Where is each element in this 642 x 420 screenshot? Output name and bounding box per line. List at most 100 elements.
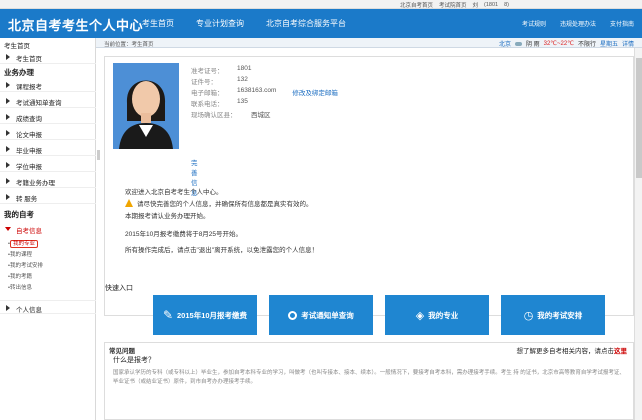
faq-more-text: 想了解更多自考相关内容，请点击 — [516, 348, 615, 355]
sidebar-item-records[interactable]: 考籍业务办理 — [0, 174, 96, 188]
app-title: 北京自考考生个人中心 — [8, 18, 144, 33]
field-value: 1801 — [237, 65, 252, 72]
weather-cond: 阴 雨 — [525, 42, 540, 48]
profile-fields: 准考证号： 1801 证件号： 132 电子邮箱： 1638163.com 修改… — [191, 65, 338, 120]
scrollbar-thumb[interactable] — [636, 58, 642, 178]
chevron-right-icon — [6, 305, 10, 311]
top-user: 刘 — [472, 2, 479, 9]
clock-icon: ◷ — [523, 309, 534, 322]
chevron-right-icon — [6, 114, 10, 120]
sidebar-item-transfer[interactable]: 转 服务 — [0, 190, 96, 204]
search-icon — [288, 310, 298, 320]
sidebar-sub-label: 我的课程 — [9, 252, 32, 258]
field-phone: 联系电话： 135 — [191, 98, 338, 109]
sidebar-item-home[interactable]: 考生首页 — [0, 50, 96, 64]
top-nav: 考生首页 专业计划查询 北京自考综合服务平台 — [140, 18, 348, 29]
sidebar-item-degree[interactable]: 学位申报 — [0, 158, 96, 172]
tile-my-major[interactable]: ◈ 我的专业 — [385, 295, 489, 335]
faq-panel: 常见问题 想了解更多自考相关内容，请点击这里 什么是报考？ 国家承认学历的专科（… — [104, 342, 634, 420]
layers-icon: ◈ — [415, 309, 425, 322]
weather-detail[interactable]: 详情 — [622, 39, 634, 48]
msg-text: 请尽快完善您的个人信息，并确保所有信息都是真实有效的。 — [137, 201, 313, 208]
top-utility-strip: 北京自考首页 考试院首页 刘 (1801 8) — [0, 0, 642, 9]
sidebar-item-label: 成绩查询 — [16, 116, 42, 123]
nav-plan[interactable]: 专业计划查询 — [194, 18, 246, 29]
weather-cloud-icon — [514, 41, 522, 46]
top-link-ksy[interactable]: 考试院首页 — [439, 1, 467, 9]
msg-line: 欢迎进入北京自考考生个人中心。 — [125, 189, 223, 196]
chevron-right-icon — [6, 130, 10, 136]
profile-panel: 准考证号： 1801 证件号： 132 电子邮箱： 1638163.com 修改… — [104, 56, 634, 335]
sidebar-home-title[interactable]: 考生首页 — [4, 40, 30, 50]
top-link-bjzk[interactable]: 北京自考首页 — [400, 1, 433, 9]
faq-question[interactable]: 什么是报考？ — [113, 355, 155, 365]
weather-day: 星期五 — [599, 42, 618, 48]
faq-more: 想了解更多自考相关内容，请点击这里 — [517, 345, 628, 355]
chevron-right-icon — [6, 194, 10, 200]
page-scrollbar[interactable] — [634, 48, 642, 420]
welcome-messages: 欢迎进入北京自考考生个人中心。 请尽快完善您的个人信息，并确保所有信息都是真实有… — [125, 185, 318, 255]
chevron-right-icon — [6, 178, 10, 184]
field-label: 联系电话： — [191, 101, 224, 108]
student-photo — [113, 63, 179, 149]
weather-temp: 32℃~22℃ — [543, 41, 574, 47]
faq-more-link[interactable]: 这里 — [614, 348, 627, 355]
chevron-right-icon — [6, 98, 10, 104]
sidebar-item-label: 学位申报 — [16, 164, 42, 171]
sidebar-item-thesis[interactable]: 论文申报 — [0, 126, 96, 140]
sidebar-item-label: 毕业申报 — [16, 148, 42, 155]
field-label: 准考证号： — [191, 68, 224, 75]
field-label: 证件号： — [191, 79, 217, 86]
top-user-id-a: (1801 — [484, 1, 499, 8]
msg-line: 所有操作完成后，请点击"退出"离开系统，以免泄露您的个人信息！ — [125, 247, 319, 254]
sidebar-item-graduate[interactable]: 毕业申报 — [0, 142, 96, 156]
tile-label: 考试通知单查询 — [301, 310, 354, 320]
tile-exam-schedule[interactable]: ◷ 我的考试安排 — [501, 295, 605, 335]
field-id-no: 证件号： 132 — [191, 76, 338, 87]
sidebar-sub-label: 转出信息 — [9, 285, 32, 291]
link-violations[interactable]: 违规处理办法 — [560, 19, 596, 28]
tile-notice-query[interactable]: 考试通知单查询 — [269, 295, 373, 335]
field-value: 135 — [237, 98, 248, 105]
link-rules[interactable]: 考试规则 — [522, 19, 546, 28]
tile-pay-exam[interactable]: ✎ 2015年10月报考缴费 — [153, 295, 257, 335]
sidebar-sub-exam[interactable]: •我的考试安排 — [8, 261, 43, 269]
sidebar-collapse-handle[interactable] — [97, 150, 100, 160]
field-value: 132 — [237, 76, 248, 83]
msg-line-warning: 请尽快完善您的个人信息，并确保所有信息都是真实有效的。 — [125, 197, 318, 209]
sidebar-item-label: 考籍业务办理 — [16, 180, 55, 187]
sidebar-sub-record[interactable]: •我的考籍 — [8, 272, 32, 280]
sidebar-sub-course[interactable]: •我的课程 — [8, 250, 32, 258]
faq-answer: 国家承认学历的专科（或专科以上）毕业生，参加自考本科专业的学习，叫做考（也叫专接… — [113, 370, 625, 385]
link-payment[interactable]: 支付指南 — [610, 19, 634, 28]
main-content: 准考证号： 1801 证件号： 132 电子邮箱： 1638163.com 修改… — [104, 50, 634, 420]
sidebar-item-myinfo[interactable]: 自考信息 — [0, 222, 96, 236]
header-right-links: 考试规则 违规处理办法 支付指南 — [522, 19, 634, 28]
msg-line: 2015年10月报考缴费将于8月25号开始。 — [125, 231, 243, 238]
weather-widget: 北京 阴 雨 32℃~22℃ 不限行 星期五 详情 — [499, 39, 634, 48]
tile-label: 我的专业 — [428, 310, 459, 320]
sidebar-item-score[interactable]: 成绩查询 — [0, 110, 96, 124]
faq-heading: 常见问题 — [109, 348, 135, 355]
field-value: 1638163.com — [237, 87, 277, 94]
field-district: 现场确认区县： 西城区 — [191, 109, 338, 120]
sidebar-item-notice[interactable]: 考试通知单查询 — [0, 94, 96, 108]
warning-icon — [125, 199, 133, 207]
sidebar-sub-label: 我的考籍 — [9, 274, 32, 280]
chevron-right-icon — [6, 82, 10, 88]
nav-service[interactable]: 北京自考综合服务平台 — [264, 18, 348, 29]
app-header: 北京自考考生个人中心 考生首页 专业计划查询 北京自考综合服务平台 考试规则 违… — [0, 9, 642, 38]
tile-label: 2015年10月报考缴费 — [177, 310, 248, 320]
sidebar-item-course[interactable]: 课程报考 — [0, 78, 96, 92]
bind-email-link[interactable]: 修改及绑定邮箱 — [292, 87, 338, 98]
sidebar-sub-label: 我的专业 — [9, 240, 38, 248]
nav-home[interactable]: 考生首页 — [140, 18, 176, 29]
breadcrumb-bar: 当前位置：考生首页 北京 阴 雨 32℃~22℃ 不限行 星期五 详情 — [0, 38, 642, 48]
quick-entry-tiles: ✎ 2015年10月报考缴费 考试通知单查询 ◈ 我的专业 ◷ 我的考试安排 — [153, 295, 605, 335]
sidebar-item-personal[interactable]: 个人信息 — [0, 300, 96, 314]
field-label: 现场确认区县： — [191, 112, 237, 119]
weather-city: 北京 — [498, 42, 511, 48]
quick-entry-title: 快速入口 — [105, 285, 133, 292]
sidebar-sub-major[interactable]: • 我的专业 — [8, 239, 38, 248]
sidebar-sub-transfer[interactable]: •转出信息 — [8, 283, 32, 291]
